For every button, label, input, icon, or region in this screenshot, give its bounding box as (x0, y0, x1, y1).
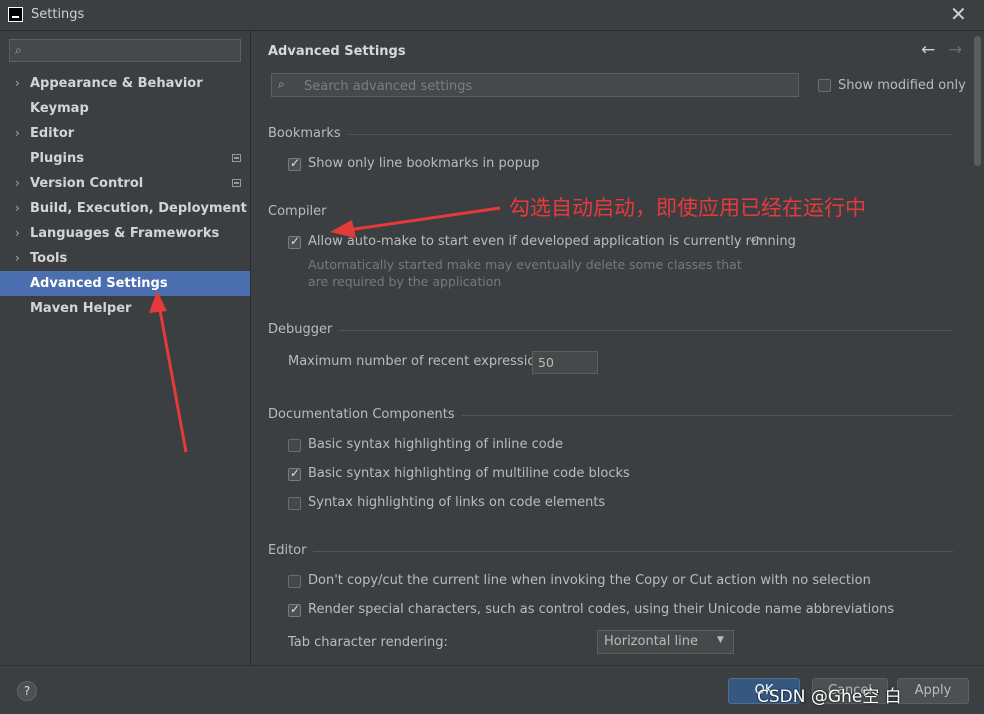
dropdown-arrow-icon: ▼ (717, 635, 724, 645)
option-label: Allow auto-make to start even if develop… (308, 234, 796, 249)
intellij-app-icon (8, 7, 23, 22)
option-label: Basic syntax highlighting of multiline c… (308, 466, 630, 481)
section-documentation-components: Documentation Components (268, 407, 953, 423)
sidebar-item-maven-helper[interactable]: Maven Helper (0, 296, 250, 321)
checkbox-checked[interactable] (288, 466, 301, 481)
csdn-watermark: CSDN @Ghe空 白 (757, 687, 902, 707)
help-icon[interactable]: ? (17, 681, 37, 701)
sidebar-item-build-execution-deployment[interactable]: › Build, Execution, Deployment (0, 196, 250, 221)
chevron-right-icon: › (15, 226, 20, 240)
sidebar-item-languages-frameworks[interactable]: › Languages & Frameworks (0, 221, 250, 246)
sidebar-item-keymap[interactable]: Keymap (0, 96, 250, 121)
section-divider (268, 330, 953, 331)
title-bar: Settings ✕ (0, 0, 984, 31)
sidebar-item-label: Build, Execution, Deployment (30, 201, 247, 216)
window-title: Settings (31, 7, 85, 22)
checkbox-unchecked[interactable] (288, 497, 301, 510)
advanced-settings-panel: Advanced Settings ← → ⌕ Show modified on… (251, 31, 984, 665)
max-expressions-input[interactable]: 50 (532, 351, 598, 374)
chevron-right-icon: › (15, 176, 20, 190)
section-divider (268, 134, 953, 135)
advanced-search-field[interactable]: ⌕ (271, 73, 799, 97)
search-icon: ⌕ (278, 77, 285, 91)
section-editor: Editor (268, 543, 953, 559)
sidebar-item-label: Keymap (30, 101, 89, 116)
vertical-scrollbar[interactable] (971, 31, 984, 665)
close-icon[interactable]: ✕ (950, 2, 967, 26)
page-title: Advanced Settings (268, 44, 406, 59)
checkbox-checked[interactable] (288, 156, 301, 171)
option-label: Don't copy/cut the current line when inv… (308, 573, 871, 588)
option-label: Render special characters, such as contr… (308, 602, 895, 617)
checkbox-checked[interactable] (288, 602, 301, 617)
section-divider (268, 551, 953, 552)
back-arrow-icon[interactable]: ← (921, 40, 935, 60)
sidebar-item-label: Version Control (30, 176, 144, 191)
section-header: Compiler (268, 204, 334, 219)
checkbox-unchecked[interactable] (818, 79, 831, 92)
project-level-icon (232, 179, 241, 187)
section-header: Documentation Components (268, 407, 462, 422)
forward-arrow-icon: → (948, 40, 963, 60)
checkbox-unchecked[interactable] (288, 575, 301, 588)
compiler-hint-line2: are required by the application (308, 274, 502, 289)
option-label: Basic syntax highlighting of inline code (308, 437, 563, 452)
reset-icon[interactable]: ↶ (750, 234, 761, 249)
tab-rendering-label: Tab character rendering: (288, 635, 448, 650)
project-level-icon (232, 154, 241, 162)
section-header: Debugger (268, 322, 340, 337)
chevron-right-icon: › (15, 251, 20, 265)
sidebar-item-editor[interactable]: › Editor (0, 121, 250, 146)
search-icon: ⌕ (15, 43, 22, 57)
sidebar-item-plugins[interactable]: Plugins (0, 146, 250, 171)
section-header: Bookmarks (268, 126, 348, 141)
checkbox-checked[interactable] (288, 234, 301, 249)
apply-button[interactable]: Apply (897, 678, 969, 704)
settings-sidebar: ⌕ › Appearance & Behavior Keymap › Edito… (0, 31, 251, 665)
show-modified-only-label: Show modified only (838, 78, 966, 93)
compiler-hint-line1: Automatically started make may eventuall… (308, 257, 742, 272)
option-label: Syntax highlighting of links on code ele… (308, 495, 606, 510)
tab-rendering-select[interactable]: Horizontal line ▼ (597, 630, 734, 654)
sidebar-item-tools[interactable]: › Tools (0, 246, 250, 271)
sidebar-search-input[interactable]: ⌕ (9, 39, 241, 62)
option-label: Show only line bookmarks in popup (308, 156, 540, 171)
sidebar-item-label: Tools (30, 251, 68, 266)
chevron-right-icon: › (15, 201, 20, 215)
annotation-text: 勾选自动启动，即使应用已经在运行中 (509, 196, 866, 220)
select-value: Horizontal line (604, 634, 698, 649)
sidebar-item-version-control[interactable]: › Version Control (0, 171, 250, 196)
max-expressions-label: Maximum number of recent expressions: (288, 354, 555, 369)
section-bookmarks: Bookmarks (268, 126, 953, 142)
chevron-right-icon: › (15, 76, 20, 90)
checkbox-unchecked[interactable] (288, 439, 301, 452)
sidebar-item-label: Maven Helper (30, 301, 132, 316)
sidebar-item-label: Advanced Settings (30, 276, 168, 291)
sidebar-item-appearance-behavior[interactable]: › Appearance & Behavior (0, 71, 250, 96)
settings-nav: › Appearance & Behavior Keymap › Editor … (0, 71, 250, 321)
sidebar-item-label: Editor (30, 126, 75, 141)
section-debugger: Debugger (268, 322, 953, 338)
section-header: Editor (268, 543, 314, 558)
sidebar-item-label: Appearance & Behavior (30, 76, 203, 91)
sidebar-item-label: Languages & Frameworks (30, 226, 220, 241)
sidebar-item-label: Plugins (30, 151, 84, 166)
scrollbar-thumb[interactable] (974, 36, 981, 166)
sidebar-item-advanced-settings[interactable]: Advanced Settings (0, 271, 250, 296)
chevron-right-icon: › (15, 126, 20, 140)
advanced-search-input[interactable] (302, 75, 786, 97)
